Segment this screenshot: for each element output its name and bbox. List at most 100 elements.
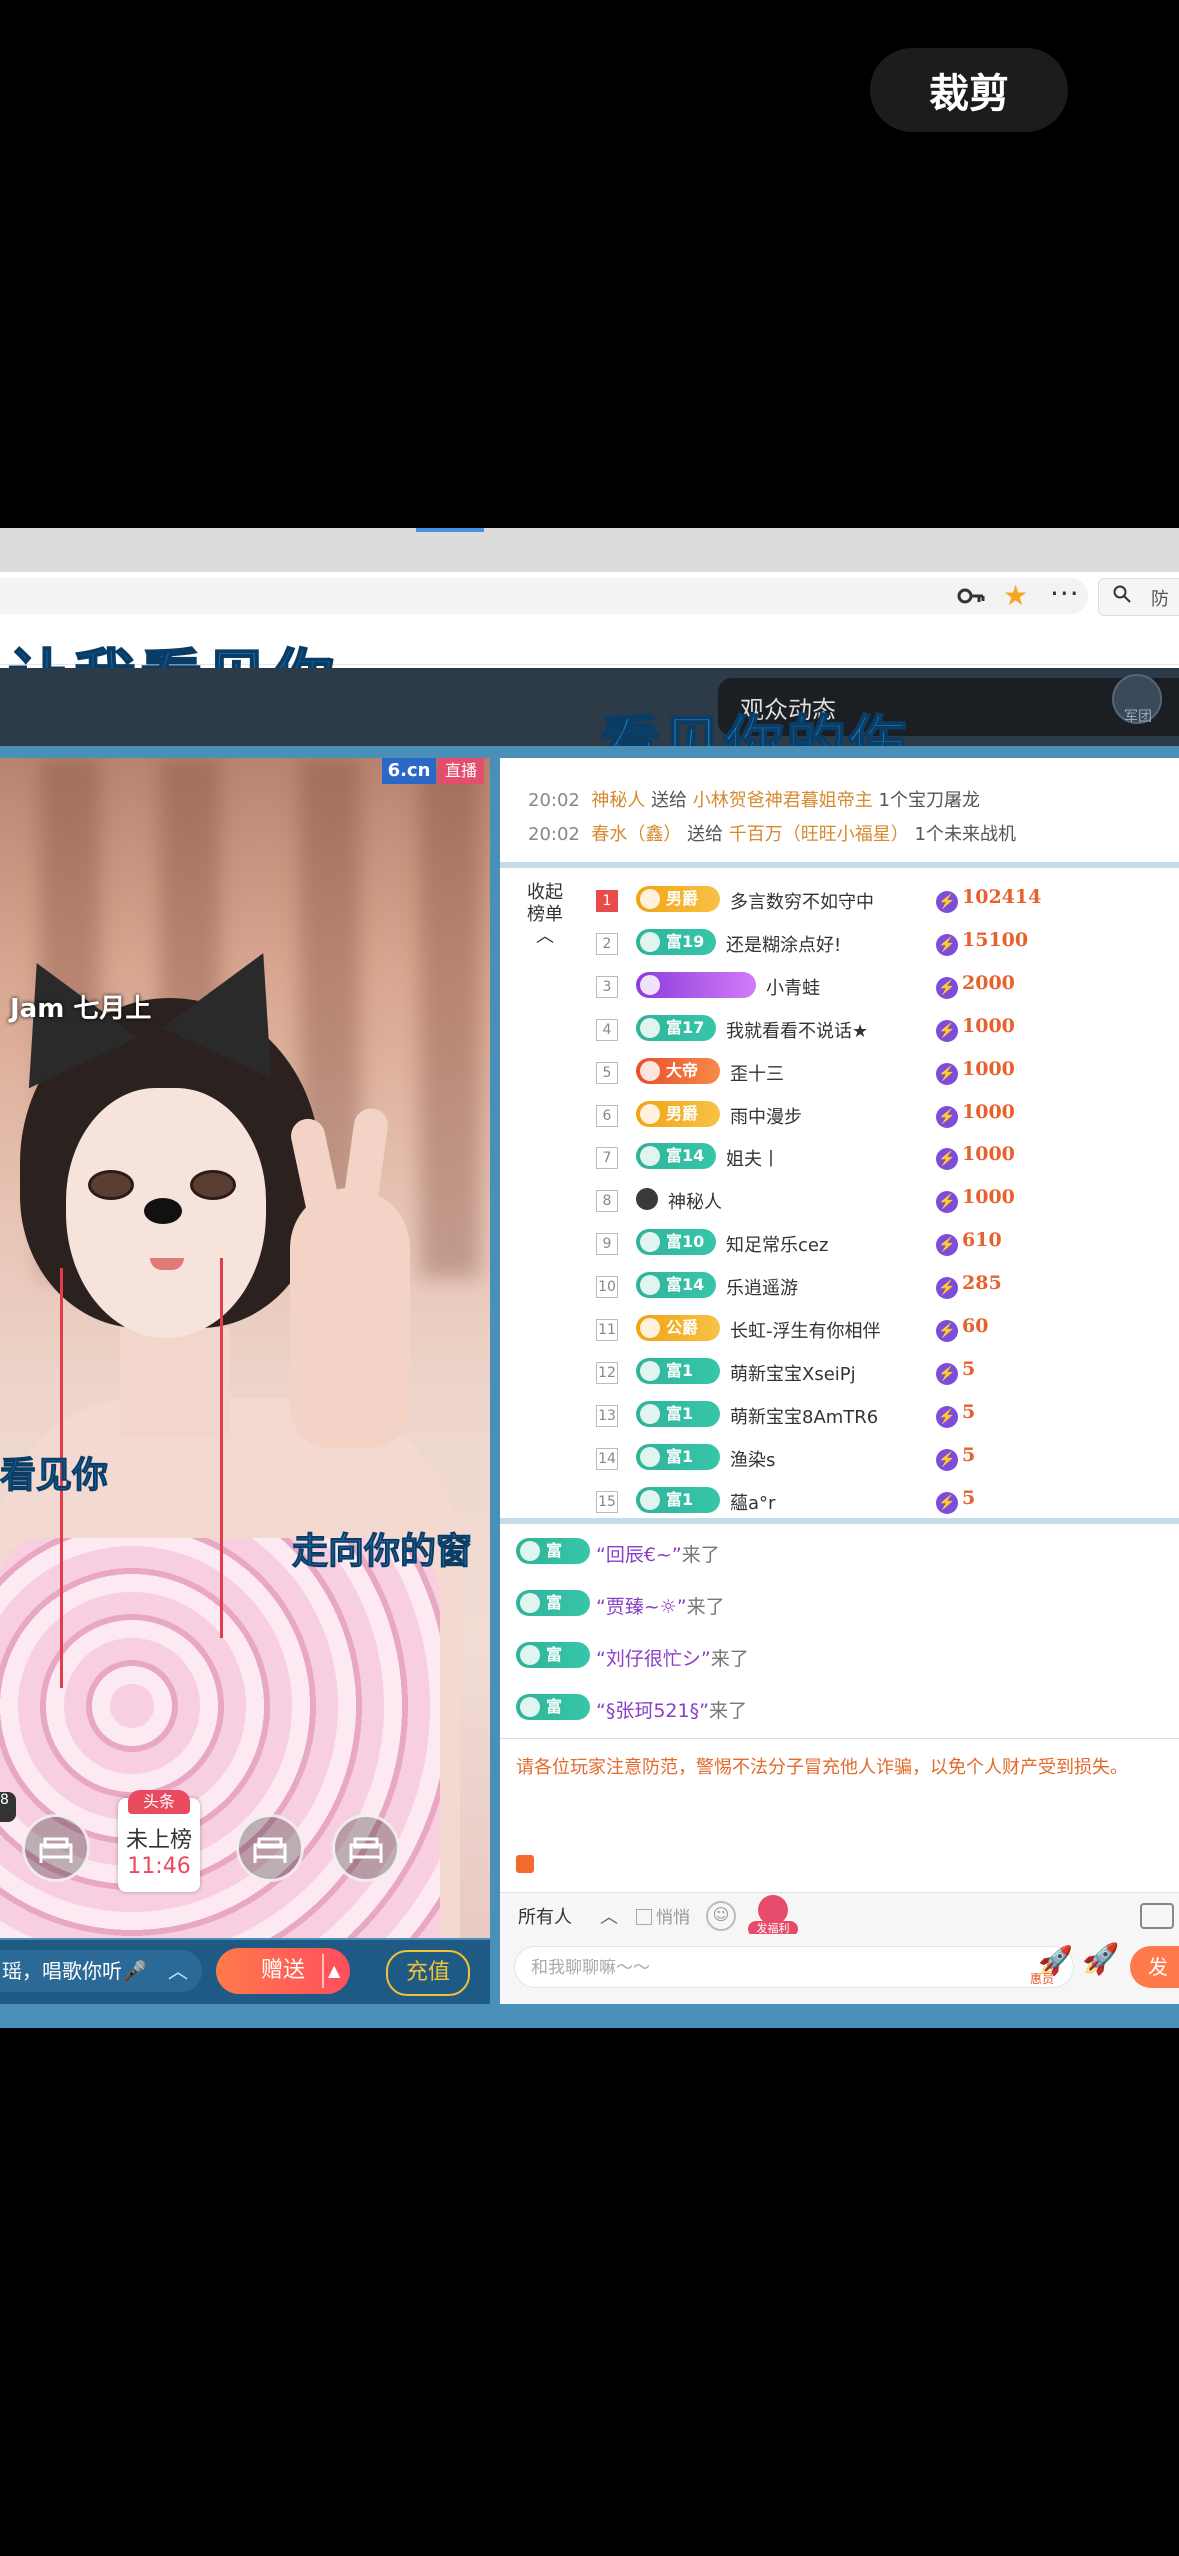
ranking-list: 收起 榜单 ︿ 1 男爵 多言数穷不如守中 ⚡ 102414 2 富19 还是糊涂点好! ⚡ 15… [500, 868, 1179, 1524]
rank-user-name: 小青蛙 [766, 977, 820, 999]
rank-row[interactable]: 3 小青蛙 ⚡ 2000 [596, 964, 1179, 1007]
sofa-icon [253, 1837, 287, 1863]
level-icon [640, 974, 660, 995]
emoji-icon[interactable]: ☺ [706, 1901, 736, 1931]
rank-row[interactable]: 4 富17 我就看看不说话★ ⚡ 1000 [596, 1007, 1179, 1050]
bolt-icon: ⚡ [936, 1062, 958, 1085]
bolt-icon: ⚡ [936, 1491, 958, 1514]
rank-user-name: 长虹-浮生有你相伴 [730, 1321, 881, 1342]
level-icon [640, 1360, 660, 1381]
headline-card[interactable]: 头条 未上榜 11:46 [118, 1790, 200, 1892]
level-badge: 富14 [636, 1272, 716, 1299]
rank-row[interactable]: 10 富14 乐逍遥游 ⚡ 285 [596, 1264, 1179, 1307]
level-badge: 富11 [516, 1590, 590, 1638]
entry-messages: 富13 “回辰€~”来了 富11 “贾臻~☼”来了 富18 “刘仔很忙シ”来了 富13 “§张… [500, 1526, 1179, 1742]
sofa-seat-2[interactable] [236, 1814, 304, 1882]
rank-row[interactable]: 8 神秘人 ⚡ 1000 [596, 1178, 1179, 1221]
streamer-neck [120, 1328, 230, 1438]
level-icon [520, 1541, 540, 1561]
rank-user-name: 我就看看不说话★ [726, 1020, 869, 1042]
rank-user-name: 歪十三 [730, 1063, 784, 1085]
level-icon [640, 1275, 660, 1296]
level-icon [520, 1697, 540, 1717]
collapse-ranking-button[interactable]: 收起 榜单 ︿ [520, 882, 570, 948]
announcement-icon[interactable] [516, 1855, 534, 1873]
chat-input[interactable]: 和我聊聊嘛～～ [514, 1946, 1074, 1988]
lyric-overlay-right: 走向你的窗 [291, 1530, 473, 1573]
caret-up-icon[interactable]: ▲ [328, 1948, 340, 1994]
whisper-checkbox[interactable]: 悄悄 [636, 1903, 690, 1928]
gift-button-label: 赠送 [260, 1958, 305, 1983]
gift-button[interactable]: 赠送 ▲ [216, 1948, 350, 1994]
rank-user-name: 还是糊涂点好! [726, 934, 842, 956]
level-icon [640, 1489, 660, 1510]
rank-score: ⚡ 610 [936, 1229, 1002, 1257]
rank-number: 2 [596, 932, 618, 955]
chat-toolbar: 所有人 ︿ 悄悄 ☺ 发福利 [500, 1892, 1179, 1937]
recharge-button[interactable]: 充值 [386, 1950, 470, 1996]
avatar-label: 军团 [1124, 709, 1152, 725]
screenshot-frame: ★ ··· 防 让我看见你 观众动态 军团 看见你的伤 [0, 528, 1179, 2028]
browser-search-box[interactable]: 防 [1098, 578, 1179, 616]
live-badge: 直播 [438, 758, 484, 784]
level-badge: 富1 [636, 1486, 720, 1513]
rank-row[interactable]: 1 男爵 多言数穷不如守中 ⚡ 102414 [596, 878, 1179, 921]
level-icon [640, 1446, 660, 1467]
rank-user-name: 知足常乐cez [726, 1235, 829, 1257]
level-badge: 大帝 [636, 1057, 720, 1084]
rocket-icon[interactable]: 🚀 惠员 [1030, 1944, 1073, 1986]
level-badge [636, 971, 756, 998]
bolt-icon: ⚡ [936, 1362, 958, 1385]
bolt-icon: ⚡ [936, 1320, 958, 1342]
level-icon [640, 931, 660, 952]
checkbox-icon [636, 1909, 652, 1925]
rank-row[interactable]: 14 富1 渔染s ⚡ 5 [596, 1436, 1179, 1479]
rank-number: 10 [596, 1276, 618, 1299]
chat-target-select[interactable]: 所有人 ︿ [518, 1903, 618, 1929]
more-menu-icon[interactable]: ··· [1050, 580, 1080, 608]
rank-number: 8 [596, 1190, 618, 1213]
rank-row[interactable]: 12 富1 萌新宝宝XseiPj ⚡ 5 [596, 1350, 1179, 1393]
chat-settings-icon[interactable] [1140, 1903, 1174, 1929]
rocket-icon[interactable]: 🚀 [1082, 1942, 1119, 1977]
rank-row[interactable]: 9 富10 知足常乐cez ⚡ 610 [596, 1221, 1179, 1264]
send-button[interactable]: 发 [1130, 1946, 1179, 1988]
bolt-icon: ⚡ [936, 1405, 958, 1428]
sofa-seat-1[interactable] [22, 1814, 90, 1882]
bolt-icon: ⚡ [936, 1148, 958, 1171]
rank-row[interactable]: 2 富19 还是糊涂点好! ⚡ 15100 [596, 921, 1179, 964]
rank-row[interactable]: 13 富1 萌新宝宝8AmTR6 ⚡ 5 [596, 1393, 1179, 1436]
fraud-warning: 请各位玩家注意防范，警惕不法分子冒充他人诈骗，以免个人财产受到损失。 [516, 1757, 1128, 1778]
favorite-star-icon[interactable]: ★ [1003, 582, 1028, 610]
crop-button[interactable]: 裁剪 [870, 48, 1068, 132]
rank-score: ⚡ 5 [936, 1487, 975, 1514]
rank-row[interactable]: 11 公爵 长虹-浮生有你相伴 ⚡ 60 [596, 1307, 1179, 1350]
side-panel: 20:02 神秘人 送给 小林贺爸神君暮姐帝主 1个宝刀屠龙 20:02 春水（… [500, 758, 1179, 2004]
red-packet-button[interactable]: 发福利 [748, 1895, 798, 1937]
rank-row[interactable]: 15 富1 蘊a°r ⚡ 5 [596, 1479, 1179, 1522]
level-badge: 富14 [636, 1143, 716, 1170]
video-control-bar: 瑶，唱歌你听🎤 ︿ 赠送 ▲ 充值 [0, 1940, 490, 2004]
chevron-up-icon[interactable]: ︿ [168, 1950, 188, 1992]
rank-row[interactable]: 6 男爵 雨中漫步 ⚡ 1000 [596, 1093, 1179, 1136]
rank-row[interactable]: 5 大帝 歪十三 ⚡ 1000 [596, 1050, 1179, 1093]
level-badge: 富13 [516, 1694, 590, 1742]
bolt-icon: ⚡ [936, 1105, 958, 1128]
browser-address-bar: ★ ··· 防 让我看见你 [0, 572, 1179, 716]
rank-score: ⚡ 2000 [936, 972, 1015, 999]
level-badge: 男爵 [636, 1100, 720, 1127]
live-video[interactable]: 6.cn 直播 Jam 七月上 看见你 走向你的窗 8 头条 未上榜 11:46 [0, 758, 490, 1938]
chevron-up-icon: ︿ [600, 1907, 618, 1928]
headline-tag: 头条 [128, 1790, 190, 1814]
key-icon[interactable] [957, 584, 985, 608]
live-room-stage: 6.cn 直播 Jam 七月上 看见你 走向你的窗 8 头条 未上榜 11:46 [0, 746, 1179, 2028]
rank-number: 7 [596, 1147, 618, 1170]
sofa-seat-3[interactable] [332, 1814, 400, 1882]
song-request-input[interactable]: 瑶，唱歌你听🎤 ︿ [0, 1950, 202, 1992]
rank-number: 13 [596, 1404, 618, 1427]
rank-number: 15 [596, 1490, 618, 1513]
headline-status: 未上榜 [125, 1828, 192, 1853]
rank-row[interactable]: 7 富14 姐夫丨 ⚡ 1000 [596, 1135, 1179, 1178]
address-field[interactable] [0, 578, 1088, 614]
rank-score: ⚡ 1000 [936, 1058, 1015, 1085]
